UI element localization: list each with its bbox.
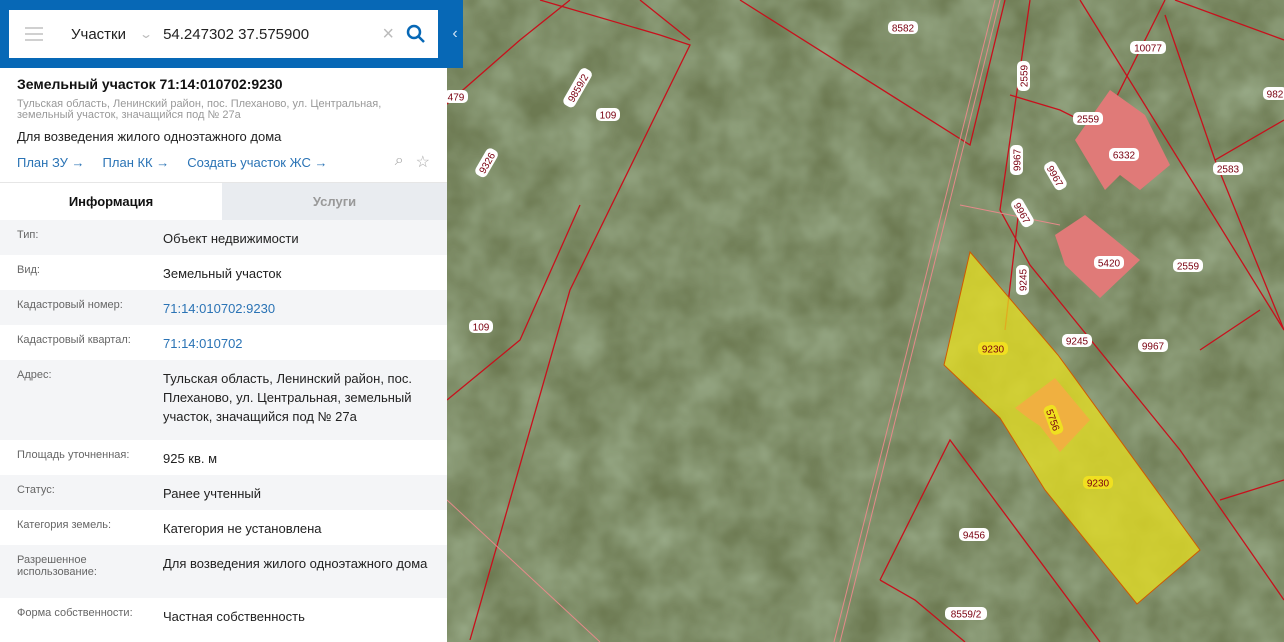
info-key: Разрешенное использование: xyxy=(17,554,97,578)
plan-kk-link[interactable]: План КК → xyxy=(103,155,170,170)
chevron-down-icon[interactable]: ⌄ xyxy=(139,27,153,41)
search-icon[interactable] xyxy=(406,24,426,44)
clear-icon[interactable]: × xyxy=(382,23,394,46)
parcel-label[interactable]: 2559 xyxy=(1020,64,1031,87)
info-value: Категория не установлена xyxy=(163,521,322,536)
menu-icon[interactable] xyxy=(25,27,43,41)
info-value: Для возведения жилого одноэтажного дома xyxy=(163,556,428,571)
info-key: Кадастровый номер: xyxy=(17,299,123,311)
info-key: Площадь уточненная: xyxy=(17,449,130,461)
parcel-label[interactable]: 9245 xyxy=(1019,268,1030,291)
info-row: Вид: Земельный участок xyxy=(0,255,447,290)
parcel-label[interactable]: 982 xyxy=(1267,90,1284,101)
info-value[interactable]: 71:14:010702:9230 xyxy=(163,299,430,325)
info-row: Тип: Объект недвижимости xyxy=(0,220,447,255)
tab-services[interactable]: Услуги xyxy=(222,183,447,220)
plan-zu-link[interactable]: План ЗУ → xyxy=(17,155,85,170)
parcel-label[interactable]: 9967 xyxy=(1013,148,1024,171)
info-row: Разрешенное использование: Для возведения… xyxy=(0,545,447,598)
info-key: Вид: xyxy=(17,264,40,276)
info-row: Категория земель: Категория не установлен… xyxy=(0,510,447,545)
parcel-label[interactable]: 2559 xyxy=(1077,115,1100,126)
zoom-to-object-icon[interactable]: ⌕ xyxy=(395,152,404,172)
info-value[interactable]: 71:14:010702 xyxy=(163,334,430,360)
info-row: Кадастровый номер: 71:14:010702:9230 xyxy=(0,290,447,325)
parcel-label[interactable]: 9456 xyxy=(963,531,986,542)
parcel-label[interactable]: 5420 xyxy=(1098,259,1121,270)
info-value: Земельный участок xyxy=(163,266,282,281)
parcel-label[interactable]: 10077 xyxy=(1134,44,1162,55)
parcel-label[interactable]: 9230 xyxy=(1087,479,1110,490)
info-row: Площадь уточненная: 925 кв. м xyxy=(0,440,447,475)
info-value: 925 кв. м xyxy=(163,451,218,466)
info-value: Ранее учтенный xyxy=(163,486,261,501)
favorite-star-icon[interactable]: ☆ xyxy=(416,152,430,172)
parcel-label[interactable]: 479 xyxy=(448,93,465,104)
object-purpose: Для возведения жилого одноэтажного дома xyxy=(17,129,282,144)
info-panel: Участки ⌄ 54.247302 37.575900 × Земельны… xyxy=(0,0,447,642)
info-key: Тип: xyxy=(17,229,39,241)
parcel-label[interactable]: 8559/2 xyxy=(951,610,982,621)
parcel-label[interactable]: 9245 xyxy=(1066,337,1089,348)
collapse-panel-button[interactable]: ‹ xyxy=(447,0,463,68)
info-value: Тульская область, Ленинский район, пос. … xyxy=(163,371,412,424)
info-row: Кадастровый квартал: 71:14:010702 xyxy=(0,325,447,360)
parcel-label[interactable]: 9967 xyxy=(1142,342,1165,353)
info-row: Форма собственности: Частная собственност… xyxy=(0,598,447,633)
parcel-label[interactable]: 2583 xyxy=(1217,165,1240,176)
layer-select[interactable]: Участки xyxy=(71,26,141,43)
create-parcel-link[interactable]: Создать участок ЖС → xyxy=(187,155,327,170)
info-row: Статус: Ранее учтенный xyxy=(0,475,447,510)
tab-information[interactable]: Информация xyxy=(0,183,222,220)
search-input[interactable]: 54.247302 37.575900 xyxy=(163,26,382,43)
parcel-label[interactable]: 9230 xyxy=(982,345,1005,356)
parcel-label[interactable]: 6332 xyxy=(1113,151,1136,162)
info-table: Тип: Объект недвижимости Вид: Земельный уча… xyxy=(0,220,447,633)
parcel-label[interactable]: 2559 xyxy=(1177,262,1200,273)
parcel-label[interactable]: 8582 xyxy=(892,24,915,35)
info-row: Адрес: Тульская область, Ленинский район,… xyxy=(0,360,447,440)
info-value: Объект недвижимости xyxy=(163,231,299,246)
info-key: Кадастровый квартал: xyxy=(17,334,131,346)
info-key: Форма собственности: xyxy=(17,607,133,619)
object-title: Земельный участок 71:14:010702:9230 xyxy=(17,76,283,92)
parcel-label[interactable]: 109 xyxy=(473,323,490,334)
info-key: Адрес: xyxy=(17,369,52,381)
search-bar: Участки ⌄ 54.247302 37.575900 × xyxy=(0,0,447,68)
object-address: Тульская область, Ленинский район, пос. … xyxy=(17,98,382,121)
parcel-label[interactable]: 109 xyxy=(600,111,617,122)
info-key: Статус: xyxy=(17,484,55,496)
info-value: Частная собственность xyxy=(163,609,305,624)
info-key: Категория земель: xyxy=(17,519,112,531)
